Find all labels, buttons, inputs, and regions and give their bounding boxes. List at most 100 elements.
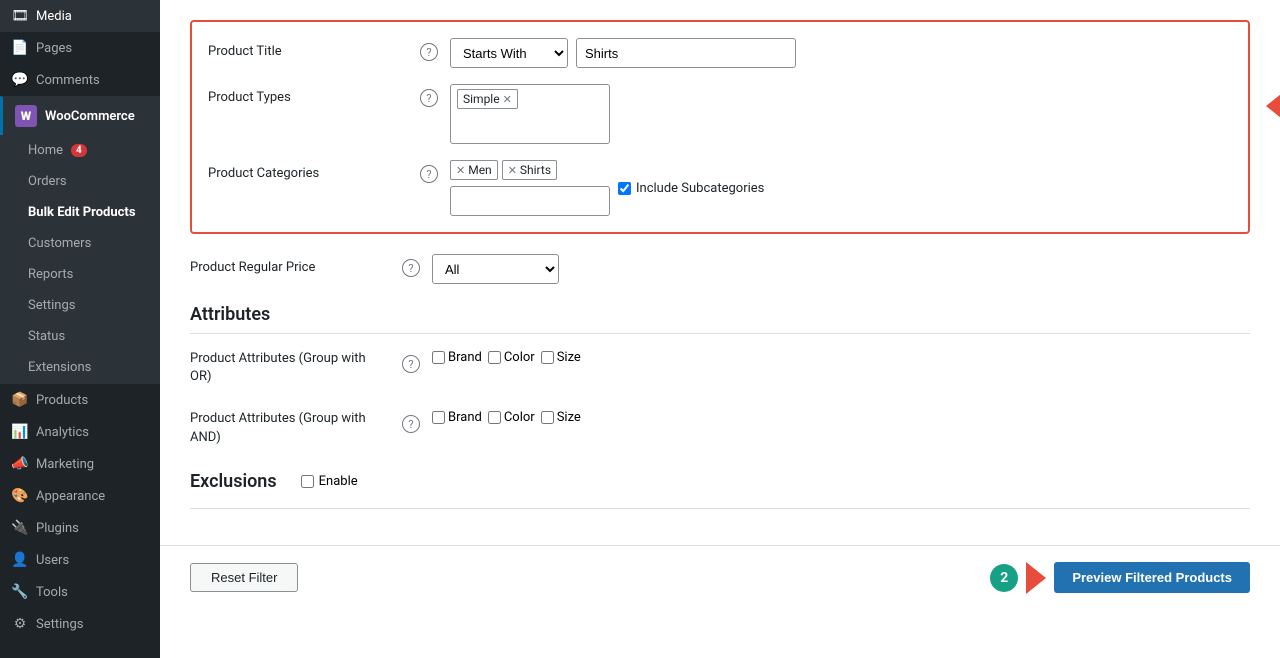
- footer-bar: Reset Filter 2 Preview Filtered Products: [160, 545, 1280, 610]
- sidebar-item-settings[interactable]: Settings: [0, 290, 160, 321]
- sidebar-item-status[interactable]: Status: [0, 321, 160, 352]
- sidebar-item-analytics[interactable]: 📊 Analytics: [0, 416, 160, 448]
- sidebar-item-home[interactable]: Home 4: [0, 135, 160, 166]
- attr-group-and-label: Product Attributes (Group with AND): [190, 410, 390, 446]
- product-title-controls: Starts With Contains Ends With Equals: [450, 38, 1232, 68]
- attr-and-checkboxes: Brand Color Size: [432, 410, 1250, 425]
- sidebar-item-appearance[interactable]: 🎨 Appearance: [0, 480, 160, 512]
- exclusions-divider: [190, 508, 1250, 509]
- sidebar-item-plugins[interactable]: 🔌 Plugins: [0, 512, 160, 544]
- analytics-icon: 📊: [12, 424, 28, 440]
- callout-2: 2 Preview Filtered Products: [990, 562, 1250, 594]
- product-categories-label: Product Categories: [208, 160, 408, 181]
- sidebar-item-customers[interactable]: Customers: [0, 228, 160, 259]
- sidebar-item-users[interactable]: 👤 Users: [0, 544, 160, 576]
- sidebar-item-tools[interactable]: 🔧 Tools: [0, 576, 160, 608]
- product-regular-price-label: Product Regular Price: [190, 254, 390, 275]
- brand-or-checkbox[interactable]: [432, 351, 445, 364]
- preview-filtered-products-button[interactable]: Preview Filtered Products: [1054, 562, 1250, 593]
- product-title-condition-select[interactable]: Starts With Contains Ends With Equals: [450, 38, 568, 68]
- callout-2-arrow: [1026, 562, 1046, 594]
- attributes-heading: Attributes: [190, 304, 1250, 325]
- sidebar-item-extensions[interactable]: Extensions: [0, 352, 160, 383]
- sidebar-item-orders[interactable]: Orders: [0, 166, 160, 197]
- sidebar: 🎞 Media 📄 Pages 💬 Comments W WooCommerce…: [0, 0, 160, 658]
- tag-shirts-remove[interactable]: ✕: [508, 165, 517, 176]
- attr-or-help[interactable]: ?: [402, 355, 420, 373]
- exclusions-row: Exclusions Enable: [190, 471, 1250, 492]
- home-badge: 4: [71, 144, 87, 157]
- woocommerce-brand[interactable]: W WooCommerce: [0, 96, 160, 135]
- attributes-section: Attributes Product Attributes (Group wit…: [190, 304, 1250, 447]
- product-regular-price-select[interactable]: All Greater than Less than Equal to: [432, 254, 559, 284]
- product-title-label: Product Title: [208, 38, 408, 59]
- categories-wrap: ✕ Men ✕ Shirts: [450, 160, 610, 216]
- include-subcategories-wrap: Include Subcategories: [618, 181, 764, 196]
- brand-and-label[interactable]: Brand: [432, 410, 482, 425]
- size-and-checkbox[interactable]: [541, 411, 554, 424]
- reset-filter-button[interactable]: Reset Filter: [190, 563, 298, 592]
- color-and-checkbox[interactable]: [488, 411, 501, 424]
- product-title-row: Product Title ? Starts With Contains End…: [208, 38, 1232, 68]
- callout-2-circle: 2: [990, 564, 1018, 592]
- tag-simple: Simple ✕: [457, 89, 518, 109]
- users-icon: 👤: [12, 552, 28, 568]
- product-regular-price-help[interactable]: ?: [402, 259, 420, 277]
- product-regular-price-controls: All Greater than Less than Equal to: [432, 254, 1250, 284]
- include-subcategories-label[interactable]: Include Subcategories: [636, 181, 764, 196]
- color-or-label[interactable]: Color: [488, 350, 535, 365]
- product-title-input[interactable]: [576, 38, 796, 68]
- color-and-label[interactable]: Color: [488, 410, 535, 425]
- product-regular-price-row: Product Regular Price ? All Greater than…: [190, 254, 1250, 284]
- product-title-help[interactable]: ?: [420, 43, 438, 61]
- sidebar-item-settings-bottom[interactable]: ⚙ Settings: [0, 608, 160, 640]
- callout-1-arrow: [1266, 90, 1280, 122]
- main-content: Product Title ? Starts With Contains End…: [160, 0, 1280, 658]
- attr-and-help[interactable]: ?: [402, 415, 420, 433]
- products-icon: 📦: [12, 392, 28, 408]
- tag-men-remove[interactable]: ✕: [456, 165, 465, 176]
- sidebar-bottom-section: 📦 Products 📊 Analytics 📣 Marketing 🎨 App…: [0, 383, 160, 640]
- product-categories-help[interactable]: ?: [420, 165, 438, 183]
- sidebar-item-media[interactable]: 🎞 Media: [0, 0, 160, 32]
- settings-icon: ⚙: [12, 616, 28, 632]
- marketing-icon: 📣: [12, 456, 28, 472]
- exclusions-enable-label[interactable]: Enable: [301, 474, 358, 489]
- sidebar-item-products[interactable]: 📦 Products: [0, 384, 160, 416]
- size-or-label[interactable]: Size: [541, 350, 581, 365]
- woocommerce-submenu: Home 4 Orders Bulk Edit Products Custome…: [0, 135, 160, 383]
- include-subcategories-checkbox[interactable]: [618, 182, 631, 195]
- attr-or-checkboxes: Brand Color Size: [432, 350, 1250, 365]
- sidebar-item-bulk-edit[interactable]: Bulk Edit Products: [0, 197, 160, 228]
- attributes-divider: [190, 333, 1250, 334]
- brand-and-checkbox[interactable]: [432, 411, 445, 424]
- product-types-row: Product Types ? Simple ✕: [208, 84, 1232, 144]
- sidebar-item-reports[interactable]: Reports: [0, 259, 160, 290]
- product-types-controls: Simple ✕: [450, 84, 1232, 144]
- sidebar-item-pages[interactable]: 📄 Pages: [0, 32, 160, 64]
- content-wrap: Product Title ? Starts With Contains End…: [160, 0, 1280, 545]
- color-or-checkbox[interactable]: [488, 351, 501, 364]
- tag-simple-remove[interactable]: ✕: [503, 94, 512, 105]
- pages-icon: 📄: [12, 40, 28, 56]
- size-and-label[interactable]: Size: [541, 410, 581, 425]
- sidebar-item-comments[interactable]: 💬 Comments: [0, 64, 160, 96]
- exclusions-section: Exclusions Enable: [190, 471, 1250, 509]
- media-icon: 🎞: [12, 8, 28, 24]
- size-or-checkbox[interactable]: [541, 351, 554, 364]
- brand-or-label[interactable]: Brand: [432, 350, 482, 365]
- product-types-tag-box[interactable]: Simple ✕: [450, 84, 610, 144]
- plugins-icon: 🔌: [12, 520, 28, 536]
- callout-1: 1 Values we have set on filtering option…: [1266, 80, 1280, 132]
- sidebar-item-marketing[interactable]: 📣 Marketing: [0, 448, 160, 480]
- exclusions-enable-checkbox[interactable]: [301, 475, 314, 488]
- attr-group-or-row: Product Attributes (Group with OR) ? Bra…: [190, 350, 1250, 386]
- exclusions-heading: Exclusions: [190, 471, 277, 492]
- product-categories-controls: ✕ Men ✕ Shirts: [450, 160, 1232, 216]
- cat-input-box[interactable]: [450, 186, 610, 216]
- attr-group-and-row: Product Attributes (Group with AND) ? Br…: [190, 410, 1250, 446]
- tools-icon: 🔧: [12, 584, 28, 600]
- filter-outer: Product Title ? Starts With Contains End…: [190, 20, 1250, 234]
- product-types-help[interactable]: ?: [420, 89, 438, 107]
- product-types-label: Product Types: [208, 84, 408, 105]
